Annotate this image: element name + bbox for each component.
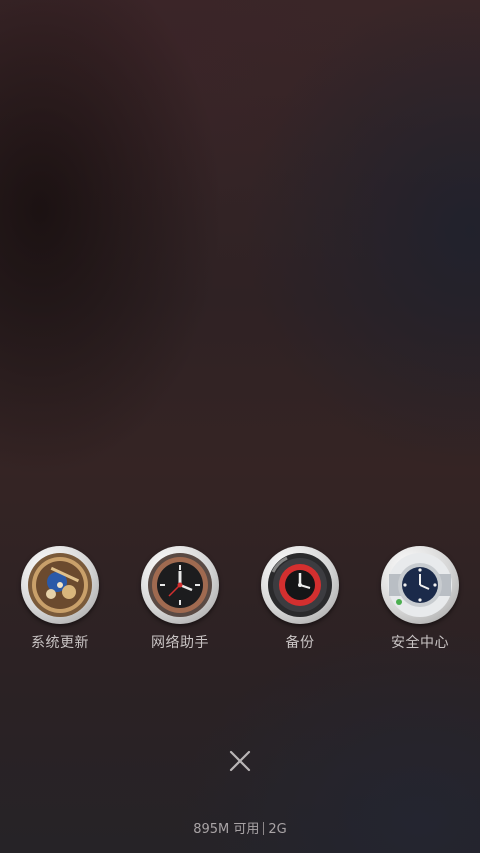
watch-red-ring-icon[interactable] xyxy=(261,546,339,624)
app-label: 网络助手 xyxy=(151,635,209,651)
separator xyxy=(263,822,265,835)
recent-app-backup[interactable]: 备份 xyxy=(240,546,360,652)
memory-total: 2G xyxy=(268,822,287,837)
close-icon[interactable] xyxy=(229,750,251,772)
watch-blue-dial-icon[interactable] xyxy=(381,546,459,624)
memory-available: 895M 可用 xyxy=(193,822,260,837)
watch-black-red-icon[interactable] xyxy=(141,546,219,624)
app-label: 安全中心 xyxy=(391,635,449,651)
recent-app-network-assistant[interactable]: 网络助手 xyxy=(120,546,240,652)
app-label: 系统更新 xyxy=(31,635,89,651)
recent-app-security-center[interactable]: 安全中心 xyxy=(360,546,480,652)
recent-apps-row: 系统更新 网络助手 备份 安全中心 xyxy=(0,546,480,666)
recent-app-system-update[interactable]: 系统更新 xyxy=(0,546,120,652)
close-button[interactable] xyxy=(222,743,258,779)
watch-skeleton-icon[interactable] xyxy=(21,546,99,624)
memory-status: 895M 可用 2G xyxy=(0,818,480,837)
app-label: 备份 xyxy=(285,635,315,651)
